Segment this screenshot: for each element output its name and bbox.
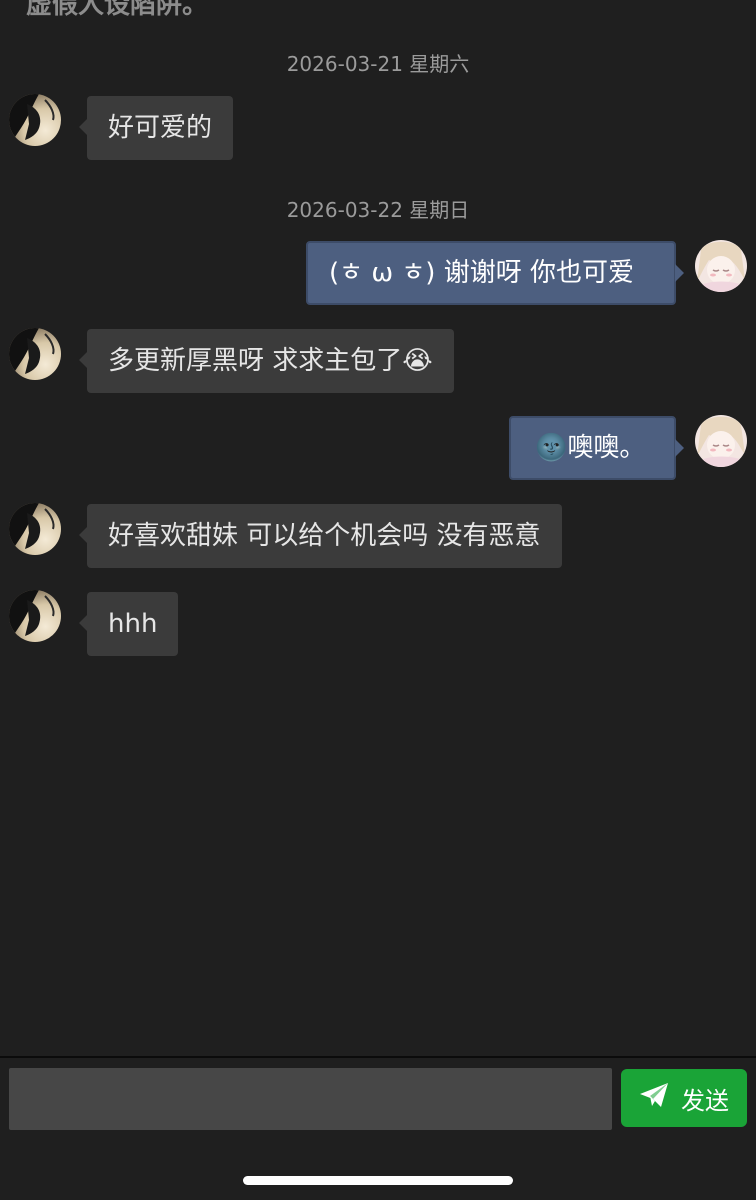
date-separator: 2026-03-22 星期日 [286, 198, 470, 222]
message-bubble-received[interactable]: 好喜欢甜妹 可以给个机会吗 没有恶意 [79, 504, 562, 568]
message-bubble-sent[interactable]: (ㅎ ω ㅎ) 谢谢呀 你也可爱 [306, 241, 684, 305]
paper-plane-icon [639, 1082, 669, 1114]
message-bubble-received[interactable]: 好可爱的 [78, 96, 234, 160]
home-indicator[interactable] [243, 1176, 513, 1185]
date-separator: 2026-03-21 星期六 [286, 52, 470, 76]
message-bubble-received[interactable]: 多更新厚黑呀 求求主包了😭 [79, 329, 454, 393]
previous-message-fragment: 虚假人设陷阱。 [26, 0, 209, 20]
contact-avatar[interactable] [9, 590, 61, 642]
contact-avatar[interactable] [9, 503, 61, 555]
contact-avatar[interactable] [9, 328, 61, 380]
send-label: 发送 [681, 1086, 729, 1115]
message-bubble-received[interactable]: hhh [78, 592, 179, 656]
message-bubble-sent[interactable]: 🌚噢噢。 [509, 416, 684, 480]
message-input[interactable] [9, 1068, 612, 1130]
chat-screen: 虚假人设陷阱。 2026-03-21 星期六 好可爱的 2026-03-22 星… [0, 0, 756, 1200]
contact-avatar[interactable] [9, 94, 61, 146]
send-button[interactable]: 发送 [621, 1069, 747, 1127]
my-avatar[interactable] [695, 415, 747, 467]
my-avatar[interactable] [695, 240, 747, 292]
